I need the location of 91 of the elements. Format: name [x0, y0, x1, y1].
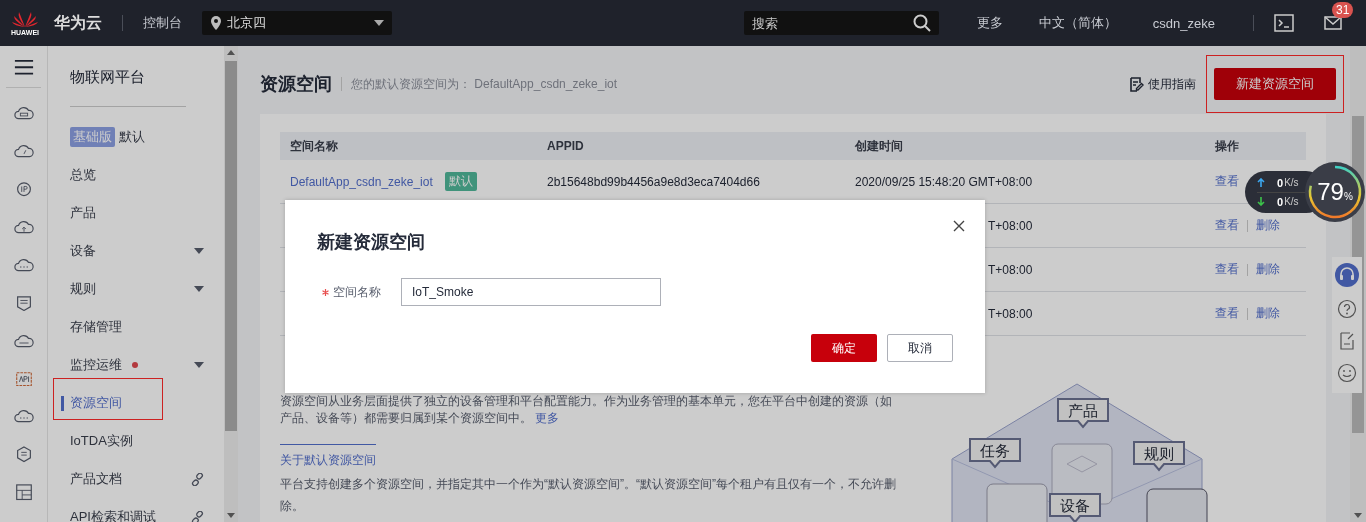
- about-paragraph: 平台支持创建多个资源空间，并指定其中一个作为“默认资源空间”。“默认资源空间”每个租户有且仅有一个，不允许删除。: [280, 476, 897, 515]
- action-link[interactable]: 查看: [1215, 305, 1239, 322]
- default-tag: 默认: [444, 172, 477, 191]
- help-icon[interactable]: [1337, 299, 1357, 319]
- top-link[interactable]: 更多: [976, 14, 1003, 32]
- search-icon[interactable]: [912, 14, 931, 32]
- layout-icon[interactable]: [13, 484, 34, 501]
- caret-icon: [194, 286, 204, 292]
- nav-item[interactable]: 资源空间: [48, 384, 224, 422]
- nav-item[interactable]: 产品文档: [48, 460, 224, 498]
- region-select[interactable]: 北京四: [202, 11, 392, 35]
- menu-icon[interactable]: [13, 60, 34, 75]
- top-link[interactable]: 中文（简体）: [1038, 14, 1117, 32]
- action-link[interactable]: 删除: [1256, 217, 1280, 234]
- nav-item[interactable]: 产品: [48, 194, 224, 232]
- scrollbar[interactable]: [224, 46, 238, 522]
- action-link[interactable]: 删除: [1256, 261, 1280, 278]
- nav-item[interactable]: 总览: [48, 156, 224, 194]
- space-name-link[interactable]: DefaultApp_csdn_zeke_iot: [290, 174, 433, 189]
- region-label: 北京四: [227, 14, 267, 32]
- memory-value: 79: [1317, 178, 1344, 206]
- percent-sign: %: [1343, 190, 1353, 202]
- table-cell: T+08:00: [988, 306, 1033, 321]
- cloud-icon[interactable]: [13, 105, 34, 122]
- action-link[interactable]: 查看: [1215, 261, 1239, 278]
- search-field[interactable]: 搜索: [743, 11, 939, 35]
- more-link[interactable]: 更多: [535, 411, 560, 425]
- speed-value: 0: [1277, 195, 1284, 208]
- close-icon[interactable]: [953, 220, 965, 232]
- link-icon: [191, 472, 204, 486]
- column-header: 空间名称: [289, 137, 339, 155]
- scroll-up-icon[interactable]: [227, 50, 235, 55]
- top-link[interactable]: csdn_zeke: [1152, 15, 1215, 31]
- column-header: APPID: [546, 139, 585, 153]
- field-label: 空间名称: [333, 283, 381, 301]
- table-cell: 2020/09/25 15:48:20 GMT+08:00: [855, 174, 1033, 189]
- caret-icon: [194, 362, 204, 368]
- api-icon[interactable]: [13, 370, 34, 387]
- page-title: 资源空间: [260, 73, 332, 96]
- mail-icon[interactable]: [1324, 16, 1342, 30]
- table-cell: T+08:00: [988, 218, 1033, 233]
- about-link[interactable]: 关于默认资源空间: [280, 452, 898, 469]
- smiley-icon[interactable]: [1337, 363, 1357, 383]
- speed-unit: K/s: [1284, 177, 1299, 188]
- name-input-field[interactable]: IoT_Smoke: [401, 278, 661, 306]
- sidebar-title: 物联网平台: [69, 68, 146, 87]
- nav-item[interactable]: 规则: [48, 270, 224, 308]
- column-header: 创建时间: [854, 137, 904, 155]
- action-link[interactable]: 查看: [1215, 217, 1239, 234]
- table-cell: T+08:00: [988, 262, 1033, 277]
- cloud-icon[interactable]: [13, 408, 34, 425]
- download-arrow-icon: [1257, 197, 1265, 206]
- cloud-icon[interactable]: [13, 143, 34, 160]
- intro-paragraph: 资源空间从业务层面提供了独立的设备管理和平台配置能力。作为业务管理的基本单元，您在平台中创建的资源（如产品、设备等）都需要归属到某个资源空间中。 更多: [280, 393, 893, 427]
- action-link[interactable]: 删除: [1256, 305, 1280, 322]
- link-icon: [191, 510, 204, 522]
- console-link[interactable]: 控制台: [143, 14, 182, 32]
- headset-icon[interactable]: [1335, 263, 1359, 287]
- cancel-button[interactable]: 取消: [887, 334, 953, 362]
- location-pin-icon: [210, 15, 222, 31]
- default-space-note: 您的默认资源空间为： DefaultApp_csdn_zeke_iot: [351, 75, 618, 93]
- speed-unit: K/s: [1284, 196, 1299, 207]
- caret-icon: [374, 20, 384, 26]
- confirm-button[interactable]: 确定: [811, 334, 877, 362]
- cloud-upload-icon[interactable]: [13, 219, 34, 236]
- caret-icon: [194, 248, 204, 254]
- scroll-down-icon[interactable]: [227, 513, 235, 518]
- document-edit-icon: [1129, 76, 1144, 92]
- column-header: 操作: [1214, 137, 1240, 155]
- nav-item[interactable]: 监控运维: [48, 346, 224, 384]
- cloud-icon[interactable]: [13, 332, 34, 350]
- nav-item[interactable]: 基础版 默认: [48, 118, 224, 156]
- brand-name[interactable]: 华为云: [54, 12, 102, 34]
- dialog-title: 新建资源空间: [317, 231, 426, 254]
- create-button[interactable]: 新建资源空间: [1214, 68, 1336, 100]
- scroll-down-icon[interactable]: [1354, 513, 1362, 518]
- nav-item[interactable]: API检索和调试: [48, 498, 224, 522]
- alert-dot: [132, 362, 138, 368]
- nav-item[interactable]: 存储管理: [48, 308, 224, 346]
- callout-label: 设备: [1049, 493, 1101, 522]
- speed-value: 0: [1277, 176, 1284, 189]
- edition-tag: 基础版: [70, 127, 115, 147]
- nav-item[interactable]: 设备: [48, 232, 224, 270]
- terminal-icon[interactable]: [1274, 14, 1294, 32]
- nav-item[interactable]: IoTDA实例: [48, 422, 224, 460]
- upload-arrow-icon: [1257, 178, 1265, 187]
- count-badge: 31: [1332, 2, 1354, 18]
- cloud-icon[interactable]: [13, 256, 34, 274]
- action-link[interactable]: 查看: [1215, 173, 1239, 190]
- table-cell: 2b15648bd99b4456a9e8d3eca7404d66: [547, 174, 760, 189]
- guide-link[interactable]: 使用指南: [1129, 75, 1196, 93]
